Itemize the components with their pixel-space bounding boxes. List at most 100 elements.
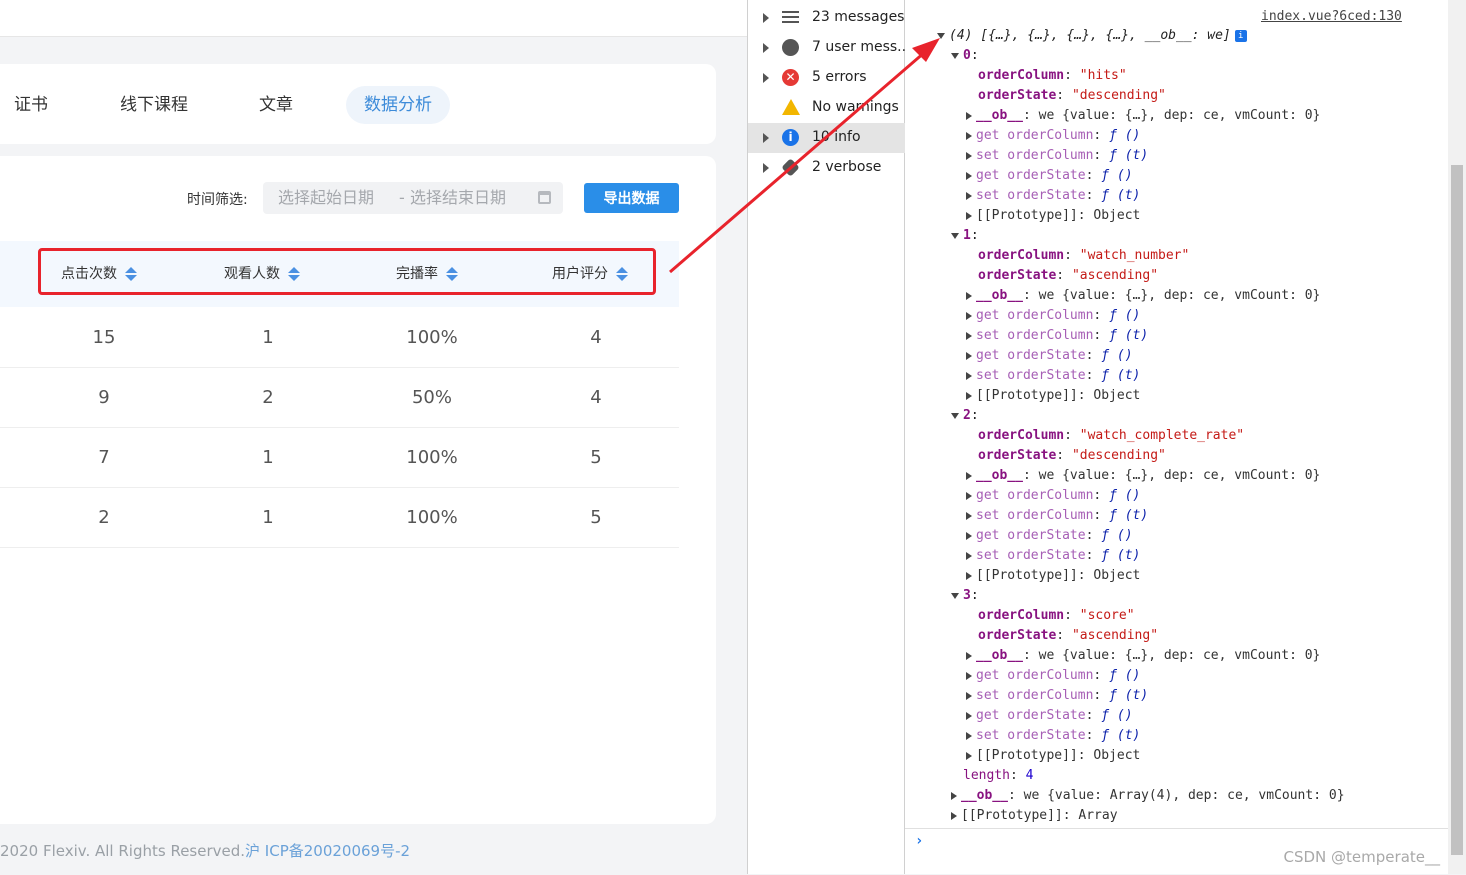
scrollbar-thumb[interactable]: [1451, 165, 1463, 855]
entry-order-state: orderState: "descending": [978, 88, 1166, 103]
expand-arrow-icon: [966, 131, 972, 140]
entry-prototype[interactable]: [[Prototype]]: Object: [966, 386, 1140, 406]
entry-order-state: orderState: "descending": [978, 448, 1166, 463]
annotation-highlight-box: [38, 248, 656, 295]
entry-prototype[interactable]: [[Prototype]]: Object: [966, 566, 1140, 586]
entry-ob[interactable]: __ob__: we {value: {…}, dep: ce, vmCount…: [966, 286, 1320, 306]
expand-arrow-icon: [966, 391, 972, 400]
entry-setter[interactable]: set orderState: ƒ (t): [966, 726, 1140, 746]
icp-link[interactable]: 沪 ICP备20020069号-2: [245, 842, 410, 860]
entry-setter[interactable]: set orderColumn: ƒ (t): [966, 506, 1148, 526]
console-scrollbar[interactable]: [1448, 0, 1466, 874]
expand-arrow-icon: [966, 191, 972, 200]
table-cell: 9: [98, 387, 110, 408]
entry-setter[interactable]: set orderColumn: ƒ (t): [966, 146, 1148, 166]
copyright-text: 2020 Flexiv. All Rights Reserved.: [0, 842, 246, 860]
entry-setter[interactable]: set orderState: ƒ (t): [966, 186, 1140, 206]
table-cell: 5: [590, 447, 602, 468]
expand-arrow-icon: [966, 371, 972, 380]
user-icon: [782, 39, 799, 56]
entry-order-column: orderColumn: "watch_number": [978, 248, 1190, 263]
sidebar-item-info[interactable]: i 10 info: [748, 123, 905, 153]
expand-arrow-icon: [966, 551, 972, 560]
expand-arrow-icon: [966, 351, 972, 360]
data-card: 时间筛选: 选择起始日期 - 选择结束日期 导出数据 点击次数 观看人数 完播率…: [0, 156, 716, 824]
array-summary[interactable]: (4) [{…}, {…}, {…}, {…}, __ob__: we] i: [937, 26, 1247, 46]
watermark: CSDN @temperate__: [1283, 848, 1440, 866]
sidebar-item-messages[interactable]: 23 messages: [748, 3, 905, 33]
entry-getter[interactable]: get orderColumn: ƒ (): [966, 126, 1140, 146]
table-cell: 100%: [406, 507, 458, 528]
start-date-placeholder[interactable]: 选择起始日期: [278, 182, 374, 214]
console-log: index.vue?6ced:130 (4) [{…}, {…}, {…}, {…: [905, 0, 1466, 874]
entry-getter[interactable]: get orderState: ƒ (): [966, 706, 1133, 726]
info-badge-icon[interactable]: i: [1234, 29, 1247, 42]
time-filter-label: 时间筛选:: [187, 192, 248, 208]
expand-arrow-icon: [966, 751, 972, 760]
entry-index[interactable]: 0:: [951, 46, 979, 66]
array-ob[interactable]: __ob__: we {value: Array(4), dep: ce, vm…: [951, 786, 1345, 806]
table-cell: 50%: [411, 387, 452, 408]
expand-arrow-icon: [966, 471, 972, 480]
sidebar-item-warnings[interactable]: No warnings: [748, 93, 905, 123]
table-row: 7 1 100% 5: [0, 427, 679, 488]
entry-getter[interactable]: get orderColumn: ƒ (): [966, 666, 1140, 686]
end-date-placeholder[interactable]: 选择结束日期: [410, 182, 506, 214]
entry-ob[interactable]: __ob__: we {value: {…}, dep: ce, vmCount…: [966, 466, 1320, 486]
collapse-arrow-icon[interactable]: [951, 412, 959, 419]
table-cell: 1: [262, 327, 274, 348]
error-icon: ✕: [782, 69, 799, 86]
table-cell: 7: [98, 447, 110, 468]
array-length: length: 4: [963, 768, 1034, 783]
prompt-chevron-icon: ›: [915, 833, 924, 849]
entry-prototype[interactable]: [[Prototype]]: Object: [966, 206, 1140, 226]
expand-arrow-icon[interactable]: [763, 163, 769, 173]
expand-arrow-icon: [966, 531, 972, 540]
tab-data-analysis[interactable]: 数据分析: [346, 86, 450, 124]
sidebar-item-verbose[interactable]: 2 verbose: [748, 153, 905, 183]
expand-arrow-icon[interactable]: [763, 73, 769, 83]
table-cell: 1: [262, 507, 274, 528]
expand-arrow-icon: [966, 711, 972, 720]
expand-arrow-icon[interactable]: [763, 133, 769, 143]
expand-arrow-icon: [966, 311, 972, 320]
entry-setter[interactable]: set orderColumn: ƒ (t): [966, 326, 1148, 346]
tab-offline-course[interactable]: 线下课程: [102, 86, 206, 124]
entry-ob[interactable]: __ob__: we {value: {…}, dep: ce, vmCount…: [966, 646, 1320, 666]
expand-arrow-icon: [966, 491, 972, 500]
tab-certificate[interactable]: 证书: [0, 86, 66, 124]
list-icon: [782, 9, 799, 26]
array-prototype[interactable]: [[Prototype]]: Array: [951, 806, 1118, 826]
sidebar-item-user-messages[interactable]: 7 user mess...: [748, 33, 911, 63]
export-data-button[interactable]: 导出数据: [584, 183, 679, 213]
entry-getter[interactable]: get orderState: ƒ (): [966, 166, 1133, 186]
expand-arrow-icon: [966, 571, 972, 580]
calendar-icon: [538, 191, 551, 204]
collapse-arrow-icon[interactable]: [951, 52, 959, 59]
entry-index[interactable]: 2:: [951, 406, 979, 426]
collapse-arrow-icon[interactable]: [951, 592, 959, 599]
entry-prototype[interactable]: [[Prototype]]: Object: [966, 746, 1140, 766]
entry-getter[interactable]: get orderState: ƒ (): [966, 346, 1133, 366]
entry-ob[interactable]: __ob__: we {value: {…}, dep: ce, vmCount…: [966, 106, 1320, 126]
entry-getter[interactable]: get orderState: ƒ (): [966, 526, 1133, 546]
expand-arrow-icon[interactable]: [763, 13, 769, 23]
source-link[interactable]: index.vue?6ced:130: [1261, 9, 1402, 24]
tab-article[interactable]: 文章: [241, 86, 311, 124]
expand-arrow-icon[interactable]: [763, 43, 769, 53]
expand-arrow-icon: [966, 651, 972, 660]
entry-setter[interactable]: set orderState: ƒ (t): [966, 366, 1140, 386]
collapse-arrow-icon[interactable]: [951, 232, 959, 239]
table-row: 2 1 100% 5: [0, 487, 679, 548]
entry-setter[interactable]: set orderState: ƒ (t): [966, 546, 1140, 566]
entry-index[interactable]: 1:: [951, 226, 979, 246]
table-cell: 100%: [406, 447, 458, 468]
entry-getter[interactable]: get orderColumn: ƒ (): [966, 306, 1140, 326]
date-range-picker[interactable]: 选择起始日期 - 选择结束日期: [263, 182, 563, 214]
expand-arrow-icon: [966, 731, 972, 740]
entry-getter[interactable]: get orderColumn: ƒ (): [966, 486, 1140, 506]
sidebar-item-errors[interactable]: ✕ 5 errors: [748, 63, 905, 93]
entry-setter[interactable]: set orderColumn: ƒ (t): [966, 686, 1148, 706]
entry-index[interactable]: 3:: [951, 586, 979, 606]
collapse-arrow-icon[interactable]: [937, 32, 945, 39]
